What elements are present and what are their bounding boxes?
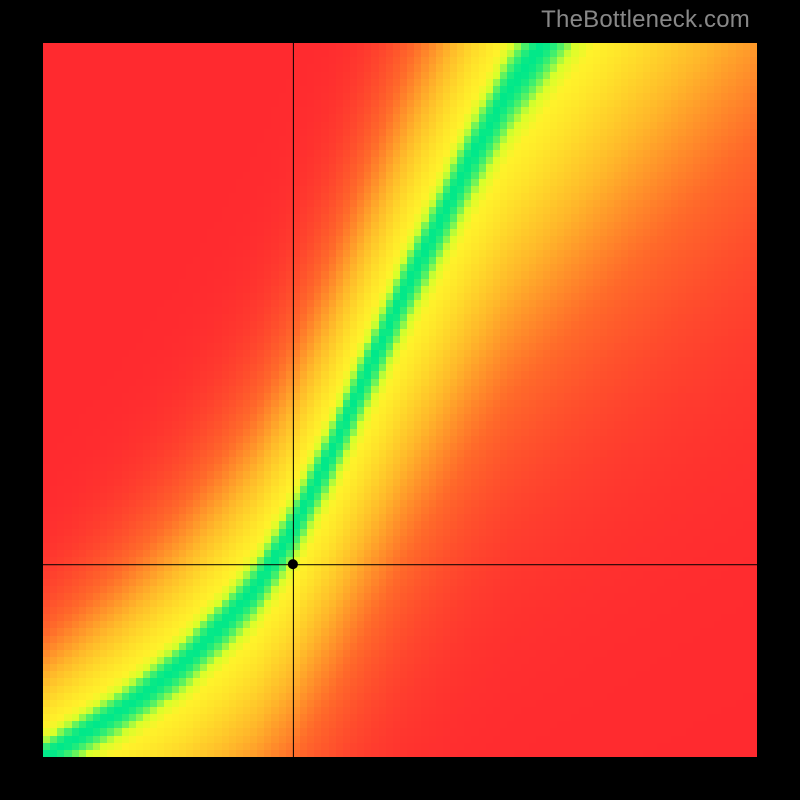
chart-frame: TheBottleneck.com xyxy=(0,0,800,800)
heatmap-canvas xyxy=(43,43,757,757)
heatmap-plot xyxy=(43,43,757,757)
watermark-text: TheBottleneck.com xyxy=(541,6,750,34)
